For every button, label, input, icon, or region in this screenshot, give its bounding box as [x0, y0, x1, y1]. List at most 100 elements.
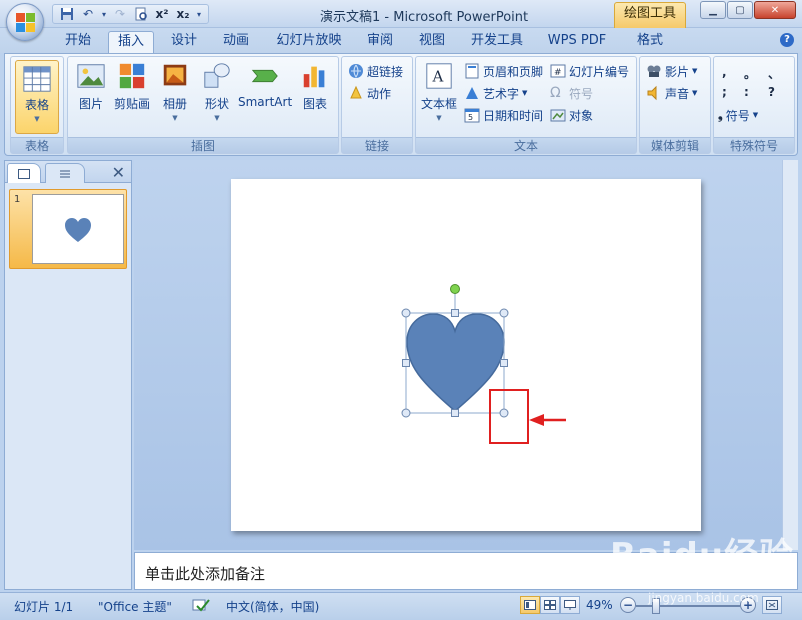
print-preview-icon[interactable] — [131, 5, 151, 23]
undo-dropdown-icon[interactable]: ▾ — [99, 5, 109, 23]
smartart-button[interactable]: SmartArt — [238, 61, 292, 109]
group-media: 影片 ▼ 声音 ▼ 媒体剪辑 — [639, 56, 711, 154]
close-pane-icon[interactable]: ✕ — [112, 163, 125, 182]
close-button[interactable]: ✕ — [754, 1, 796, 19]
shapes-icon — [204, 63, 230, 88]
resize-handle-top[interactable] — [451, 309, 459, 317]
normal-view-button[interactable] — [520, 596, 540, 614]
tab-developer[interactable]: 开发工具 — [466, 31, 528, 53]
group-label-special-symbols: 特殊符号 — [714, 137, 794, 153]
clipart-icon — [119, 63, 145, 89]
tab-review[interactable]: 审阅 — [360, 31, 400, 53]
fit-to-window-button[interactable] — [762, 596, 782, 614]
tab-wps-pdf[interactable]: WPS PDF — [542, 31, 612, 53]
group-table: 表格 ▼ 表格 — [10, 56, 64, 154]
symbol-question[interactable]: ? — [768, 85, 775, 99]
office-button[interactable] — [6, 3, 44, 41]
resize-handle-left[interactable] — [402, 359, 410, 367]
tab-slides[interactable] — [7, 163, 41, 183]
hyperlink-button[interactable]: 超链接 — [348, 61, 403, 81]
vertical-scrollbar[interactable] — [782, 160, 798, 550]
picture-icon — [77, 64, 105, 88]
theme-name[interactable]: "Office 主题" — [98, 598, 172, 615]
symbol-object-button[interactable]: Ω 符号 — [550, 83, 593, 103]
ribbon-tabs: 开始 插入 设计 动画 幻灯片放映 审阅 视图 开发工具 WPS PDF 格式 … — [0, 28, 802, 53]
tab-animations[interactable]: 动画 — [216, 31, 256, 53]
chart-button[interactable]: 图表 — [298, 61, 332, 112]
minimize-button[interactable]: ▁ — [700, 1, 726, 19]
shapes-dropdown-icon: ▼ — [214, 114, 220, 122]
group-label-text: 文本 — [416, 137, 636, 153]
slide-thumbnail-selected[interactable]: 1 — [9, 189, 127, 269]
tab-home[interactable]: 开始 — [58, 31, 98, 53]
textbox-button[interactable]: A 文本框 ▼ — [418, 61, 460, 122]
table-icon — [23, 66, 51, 92]
shapes-button[interactable]: 形状 ▼ — [200, 61, 234, 122]
save-icon[interactable] — [57, 5, 77, 23]
tab-insert[interactable]: 插入 — [108, 31, 154, 53]
omega-icon: Ω — [550, 85, 561, 101]
maximize-button[interactable]: ▢ — [727, 1, 753, 19]
symbol-comma[interactable]: , — [722, 65, 727, 79]
slideshow-button[interactable] — [560, 596, 580, 614]
action-label: 动作 — [367, 86, 392, 101]
slide-sorter-icon — [544, 600, 556, 610]
tab-design[interactable]: 设计 — [164, 31, 204, 53]
movie-button[interactable]: 影片 ▼ — [646, 61, 697, 81]
symbol-period[interactable]: 。 — [744, 65, 756, 82]
slide-number-icon: # — [550, 64, 566, 78]
clipart-button[interactable]: 剪贴画 — [112, 61, 152, 112]
slide-canvas[interactable] — [231, 179, 701, 531]
superscript-icon[interactable]: x² — [152, 5, 172, 23]
object-label: 对象 — [569, 108, 594, 123]
annotation-highlight-box — [489, 389, 529, 444]
tab-view[interactable]: 视图 — [412, 31, 452, 53]
wordart-button[interactable]: 艺术字 ▼ — [464, 83, 527, 103]
tab-format[interactable]: 格式 — [628, 31, 672, 53]
watermark-url: jingyan.baidu.com — [648, 591, 759, 605]
chart-button-label: 图表 — [302, 97, 327, 111]
textbox-dropdown-icon: ▼ — [436, 114, 442, 122]
symbol-colon[interactable]: : — [744, 85, 749, 99]
sound-button[interactable]: 声音 ▼ — [646, 83, 697, 103]
sound-icon — [647, 85, 657, 101]
tab-outline[interactable] — [45, 163, 85, 183]
group-text: A 文本框 ▼ 页眉和页脚 # 幻灯片编号 艺术字 ▼ Ω 符号 5 日期和时间… — [415, 56, 637, 154]
object-button[interactable]: 对象 — [550, 105, 593, 125]
tab-slideshow[interactable]: 幻灯片放映 — [272, 31, 346, 53]
redo-icon[interactable]: ↷ — [110, 5, 130, 23]
symbol-enumeration-comma[interactable]: 、 — [768, 65, 780, 82]
resize-handle-bottom-left[interactable] — [401, 408, 411, 418]
resize-handle-right[interactable] — [500, 359, 508, 367]
rotation-handle[interactable] — [450, 284, 460, 294]
special-symbol-button[interactable]: ❟ 符号 ▼ — [718, 105, 758, 125]
shapes-button-label: 形状 — [204, 97, 229, 111]
customize-qat-icon[interactable]: ▾ — [194, 5, 204, 23]
header-footer-label: 页眉和页脚 — [483, 64, 544, 79]
photo-album-button[interactable]: 相册 ▼ — [158, 61, 192, 122]
table-button[interactable]: 表格 ▼ — [15, 60, 59, 134]
language[interactable]: 中文(简体，中国) — [226, 598, 319, 615]
notes-placeholder: 单击此处添加备注 — [145, 565, 266, 583]
action-button[interactable]: 动作 — [348, 83, 391, 103]
fit-window-icon — [766, 600, 778, 610]
group-links: 超链接 动作 链接 — [341, 56, 413, 154]
subscript-icon[interactable]: x₂ — [173, 5, 193, 23]
resize-handle-bottom[interactable] — [451, 409, 459, 417]
date-time-button[interactable]: 5 日期和时间 — [464, 105, 543, 125]
symbol-semicolon[interactable]: ; — [722, 85, 727, 99]
help-icon[interactable]: ? — [780, 33, 794, 47]
resize-handle-top-right[interactable] — [499, 308, 509, 318]
zoom-level[interactable]: 49% — [586, 598, 613, 612]
spellcheck-icon[interactable] — [192, 597, 210, 616]
slide-sorter-button[interactable] — [540, 596, 560, 614]
resize-handle-top-left[interactable] — [401, 308, 411, 318]
photo-album-dropdown-icon: ▼ — [172, 114, 178, 122]
picture-button[interactable]: 图片 — [74, 61, 108, 112]
slide-number-button[interactable]: # 幻灯片编号 — [550, 61, 629, 81]
header-footer-button[interactable]: 页眉和页脚 — [464, 61, 543, 81]
zoom-out-button[interactable]: − — [620, 597, 636, 613]
resize-handle-bottom-right[interactable] — [499, 408, 509, 418]
watermark-logo: Baidu经验 — [610, 536, 795, 576]
undo-icon[interactable]: ↶ — [78, 5, 98, 23]
